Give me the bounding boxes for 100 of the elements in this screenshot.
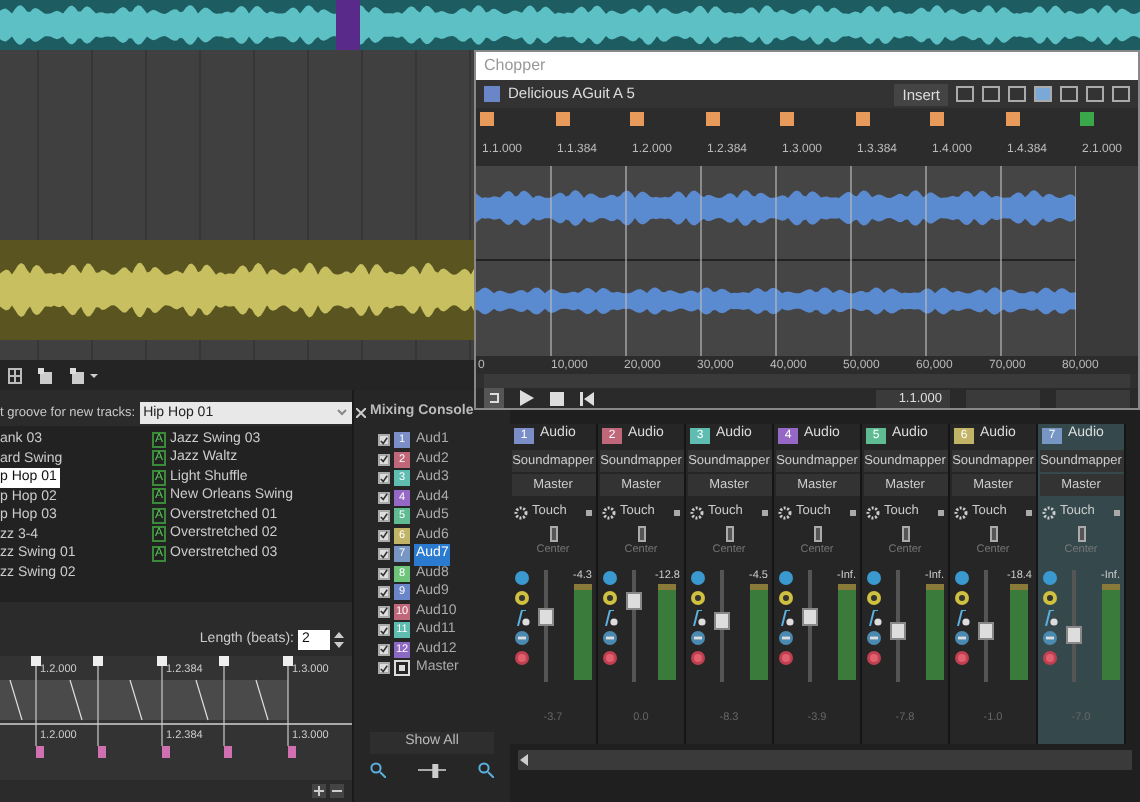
- dropdown-icon[interactable]: [1114, 509, 1120, 515]
- phase-icon[interactable]: [1042, 590, 1058, 607]
- fader-thumb[interactable]: [978, 622, 994, 641]
- slice-marker[interactable]: [480, 111, 494, 126]
- phase-icon[interactable]: [778, 590, 794, 607]
- checkbox[interactable]: [378, 472, 390, 485]
- input-echo-icon[interactable]: [1042, 570, 1058, 587]
- fader-thumb[interactable]: [1066, 625, 1082, 643]
- fader-thumb[interactable]: [626, 591, 642, 610]
- slice-marker[interactable]: [855, 111, 869, 126]
- zoom-out-icon[interactable]: [330, 784, 344, 798]
- checkbox[interactable]: [378, 491, 390, 504]
- input-echo-icon[interactable]: [954, 570, 970, 587]
- checkbox[interactable]: [378, 434, 390, 447]
- input-field[interactable]: [966, 389, 1040, 407]
- mute-icon[interactable]: [1042, 630, 1058, 647]
- mute-icon[interactable]: [954, 630, 970, 647]
- loop-icon[interactable]: [484, 388, 504, 408]
- gear-icon[interactable]: [778, 505, 792, 519]
- mute-icon[interactable]: [690, 630, 706, 647]
- zoom-out-icon[interactable]: [370, 762, 386, 778]
- mute-icon[interactable]: [778, 630, 794, 647]
- dropdown-icon[interactable]: [938, 509, 944, 515]
- checkbox[interactable]: [378, 624, 390, 637]
- dropdown-icon[interactable]: [1026, 509, 1032, 515]
- checkbox[interactable]: [378, 453, 390, 466]
- zoom-slider[interactable]: [418, 762, 446, 778]
- phase-icon[interactable]: [602, 590, 618, 607]
- zoom-in-icon[interactable]: [312, 784, 326, 798]
- checkbox[interactable]: [378, 605, 390, 618]
- gear-icon[interactable]: [514, 505, 528, 519]
- spinner-icon[interactable]: [334, 630, 344, 650]
- fader-thumb[interactable]: [802, 608, 818, 627]
- fx-icon[interactable]: [602, 610, 618, 627]
- pan-knob[interactable]: [549, 526, 557, 542]
- dropdown-icon[interactable]: [850, 509, 856, 515]
- zoom-in-icon[interactable]: [478, 762, 494, 778]
- record-icon[interactable]: [954, 650, 970, 667]
- slice-marker[interactable]: [555, 111, 569, 126]
- pan-knob[interactable]: [989, 526, 997, 542]
- fx-icon[interactable]: [778, 610, 794, 627]
- phase-icon[interactable]: [954, 590, 970, 607]
- checkbox[interactable]: [378, 662, 390, 675]
- slice-marker[interactable]: [930, 111, 944, 126]
- fader-thumb[interactable]: [890, 622, 906, 641]
- slice-marker[interactable]: [630, 111, 644, 126]
- gear-icon[interactable]: [602, 505, 616, 519]
- fx-icon[interactable]: [866, 610, 882, 627]
- slice-marker[interactable]: [705, 111, 719, 126]
- stop-icon[interactable]: [550, 391, 564, 405]
- pan-knob[interactable]: [637, 526, 645, 542]
- fader-thumb[interactable]: [538, 608, 554, 627]
- fx-icon[interactable]: [690, 610, 706, 627]
- mute-icon[interactable]: [514, 630, 530, 647]
- dropdown-icon[interactable]: [674, 509, 680, 515]
- checkbox[interactable]: [378, 567, 390, 580]
- play-icon[interactable]: [520, 390, 534, 406]
- end-marker[interactable]: [1080, 111, 1094, 126]
- input-echo-icon[interactable]: [866, 570, 882, 587]
- pan-knob[interactable]: [813, 526, 821, 542]
- checkbox[interactable]: [378, 510, 390, 523]
- pan-knob[interactable]: [725, 526, 733, 542]
- checkbox[interactable]: [378, 548, 390, 561]
- dropdown-icon[interactable]: [762, 509, 768, 515]
- grid-icon[interactable]: [8, 367, 22, 383]
- input-echo-icon[interactable]: [602, 570, 618, 587]
- clip-icon[interactable]: [38, 367, 54, 383]
- record-icon[interactable]: [514, 650, 530, 667]
- input-echo-icon[interactable]: [690, 570, 706, 587]
- phase-icon[interactable]: [690, 590, 706, 607]
- gear-icon[interactable]: [690, 505, 704, 519]
- rewind-icon[interactable]: [580, 391, 594, 405]
- scroll-bar[interactable]: [484, 374, 1130, 388]
- fader-thumb[interactable]: [714, 612, 730, 631]
- gear-icon[interactable]: [866, 505, 880, 519]
- record-icon[interactable]: [866, 650, 882, 667]
- gear-icon[interactable]: [1042, 505, 1056, 519]
- mute-icon[interactable]: [866, 630, 882, 647]
- pan-knob[interactable]: [1077, 526, 1085, 542]
- pan-knob[interactable]: [901, 526, 909, 542]
- input-echo-icon[interactable]: [778, 570, 794, 587]
- fx-icon[interactable]: [954, 610, 970, 627]
- scroll-left-icon[interactable]: [518, 754, 530, 766]
- checkbox[interactable]: [378, 643, 390, 656]
- record-icon[interactable]: [778, 650, 794, 667]
- clip-dropdown-icon[interactable]: [70, 367, 98, 383]
- mute-icon[interactable]: [602, 630, 618, 647]
- record-icon[interactable]: [602, 650, 618, 667]
- phase-icon[interactable]: [514, 590, 530, 607]
- fx-icon[interactable]: [514, 610, 530, 627]
- checkbox[interactable]: [378, 529, 390, 542]
- checkbox[interactable]: [378, 586, 390, 599]
- input-echo-icon[interactable]: [514, 570, 530, 587]
- slice-marker[interactable]: [1005, 111, 1019, 126]
- slice-marker[interactable]: [780, 111, 794, 126]
- phase-icon[interactable]: [866, 590, 882, 607]
- fx-icon[interactable]: [1042, 610, 1058, 627]
- record-icon[interactable]: [690, 650, 706, 667]
- dropdown-icon[interactable]: [586, 509, 592, 515]
- input-field[interactable]: [1056, 389, 1130, 407]
